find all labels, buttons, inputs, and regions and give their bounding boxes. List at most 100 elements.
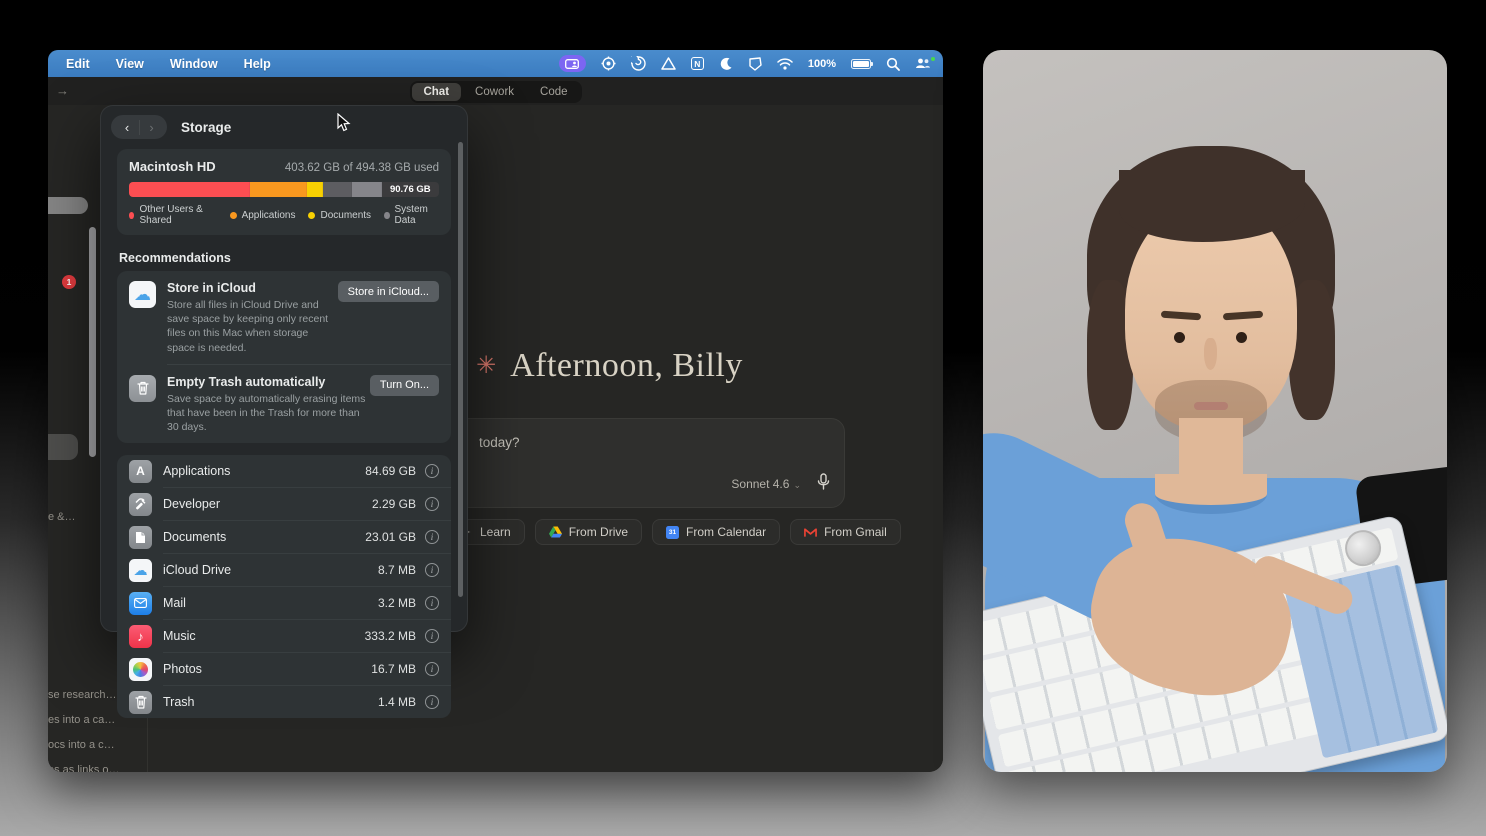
gear-icon[interactable] bbox=[601, 56, 616, 72]
category-row-documents[interactable]: Documents 23.01 GB i bbox=[117, 521, 451, 553]
webcam-video-feed bbox=[983, 50, 1447, 772]
menu-edit[interactable]: Edit bbox=[66, 57, 90, 71]
storage-bar-segment bbox=[323, 182, 352, 197]
macos-menu-bar: Edit View Window Help N bbox=[48, 50, 943, 77]
legend-dot bbox=[230, 212, 237, 219]
recommendation-title: Store in iCloud bbox=[167, 281, 338, 295]
category-row-mail[interactable]: Mail 3.2 MB i bbox=[117, 587, 451, 619]
category-row-photos[interactable]: Photos 16.7 MB i bbox=[117, 653, 451, 685]
menu-window[interactable]: Window bbox=[170, 57, 218, 71]
app-store-icon: A bbox=[129, 460, 152, 483]
chat-input-placeholder: today? bbox=[479, 435, 520, 450]
tab-code[interactable]: Code bbox=[528, 83, 580, 101]
menu-items: Edit View Window Help bbox=[66, 57, 271, 71]
moon-icon[interactable] bbox=[719, 56, 733, 72]
legend-dot bbox=[308, 212, 315, 219]
microphone-icon[interactable] bbox=[817, 473, 830, 495]
storage-bar-segment bbox=[129, 182, 250, 197]
recommendations-title: Recommendations bbox=[119, 251, 451, 265]
music-icon: ♪ bbox=[129, 625, 152, 648]
trash-icon bbox=[129, 375, 156, 402]
free-space-label: 90.76 GB bbox=[382, 182, 439, 197]
sidebar-scrollbar[interactable] bbox=[89, 227, 96, 457]
nav-buttons: ‹ › bbox=[111, 115, 167, 139]
category-row-trash[interactable]: Trash 1.4 MB i bbox=[117, 686, 451, 718]
categories-card: A Applications 84.69 GB i Developer 2.29… bbox=[117, 455, 451, 718]
legend-dot bbox=[384, 212, 389, 219]
mouse-cursor bbox=[337, 113, 352, 138]
info-icon[interactable]: i bbox=[425, 662, 439, 676]
store-in-icloud-button[interactable]: Store in iCloud... bbox=[338, 281, 439, 302]
document-icon bbox=[129, 526, 152, 549]
chat-history-item[interactable]: es as links o… bbox=[48, 758, 145, 772]
from-drive-button[interactable]: From Drive bbox=[535, 519, 642, 545]
photos-icon bbox=[129, 658, 152, 681]
storage-header: ‹ › Storage bbox=[101, 106, 467, 143]
battery-icon[interactable] bbox=[851, 59, 871, 69]
info-icon[interactable]: i bbox=[425, 563, 439, 577]
disk-usage-text: 403.62 GB of 494.38 GB used bbox=[285, 162, 439, 174]
forward-arrow-icon[interactable]: → bbox=[56, 83, 69, 98]
info-icon[interactable]: i bbox=[425, 629, 439, 643]
icloud-drive-icon: ☁ bbox=[129, 559, 152, 582]
empty-trash-row: Empty Trash automatically Save space by … bbox=[117, 365, 451, 444]
category-row-icloud-drive[interactable]: ☁ iCloud Drive 8.7 MB i bbox=[117, 554, 451, 586]
tab-chat[interactable]: Chat bbox=[411, 83, 461, 101]
category-row-applications[interactable]: A Applications 84.69 GB i bbox=[117, 455, 451, 487]
info-icon[interactable]: i bbox=[425, 530, 439, 544]
shared-screen-region: Edit View Window Help N bbox=[48, 50, 943, 772]
mail-icon bbox=[129, 592, 152, 615]
disk-name: Macintosh HD bbox=[129, 159, 216, 174]
tab-cowork[interactable]: Cowork bbox=[463, 83, 526, 101]
legend-dot bbox=[129, 212, 134, 219]
info-icon[interactable]: i bbox=[425, 596, 439, 610]
info-icon[interactable]: i bbox=[425, 497, 439, 511]
disk-usage-card: Macintosh HD 403.62 GB of 494.38 GB used… bbox=[117, 149, 451, 235]
chat-input-box[interactable]: today? Sonnet 4.6⌄ bbox=[440, 418, 845, 508]
model-selector[interactable]: Sonnet 4.6⌄ bbox=[731, 477, 801, 491]
menu-help[interactable]: Help bbox=[244, 57, 271, 71]
trash-icon bbox=[129, 691, 152, 714]
notion-icon[interactable]: N bbox=[691, 57, 704, 70]
from-gmail-button[interactable]: From Gmail bbox=[790, 519, 901, 545]
mode-tabs: Chat Cowork Code bbox=[409, 81, 581, 103]
chat-history-item[interactable]: ocs into a c… bbox=[48, 733, 145, 758]
category-row-developer[interactable]: Developer 2.29 GB i bbox=[117, 488, 451, 520]
chevron-down-icon: ⌄ bbox=[793, 480, 801, 490]
info-icon[interactable]: i bbox=[425, 695, 439, 709]
forward-button[interactable]: › bbox=[139, 120, 163, 135]
sidebar-item-pill[interactable] bbox=[48, 434, 78, 460]
input-controls: Sonnet 4.6⌄ bbox=[731, 473, 830, 495]
greeting: ✳ Afternoon, Billy bbox=[476, 347, 743, 385]
recommendation-title: Empty Trash automatically bbox=[167, 375, 370, 389]
hammer-icon bbox=[129, 493, 152, 516]
recommendations-card: ☁ Store in iCloud Store all files in iCl… bbox=[117, 271, 451, 443]
triangle-icon[interactable] bbox=[661, 56, 676, 72]
recommendation-desc: Save space by automatically erasing item… bbox=[167, 392, 367, 435]
turn-on-button[interactable]: Turn On... bbox=[370, 375, 439, 396]
notification-badge: 1 bbox=[62, 275, 76, 289]
category-row-music[interactable]: ♪ Music 333.2 MB i bbox=[117, 620, 451, 652]
gmail-icon bbox=[804, 526, 817, 539]
storage-bar-segment bbox=[307, 182, 323, 197]
wifi-icon[interactable] bbox=[777, 56, 793, 72]
info-icon[interactable]: i bbox=[425, 464, 439, 478]
spiral-icon[interactable] bbox=[631, 56, 646, 72]
claude-starburst-icon: ✳ bbox=[476, 354, 496, 378]
storage-title: Storage bbox=[181, 120, 231, 135]
fast-user-switching-icon[interactable] bbox=[915, 56, 931, 72]
sidebar-item-highlighted[interactable] bbox=[48, 197, 88, 214]
shield-icon[interactable] bbox=[748, 56, 762, 72]
back-button[interactable]: ‹ bbox=[115, 120, 139, 135]
storage-scrollbar[interactable] bbox=[458, 142, 463, 597]
screen-sharing-indicator[interactable] bbox=[559, 55, 586, 72]
claude-app-toolbar: → Chat Cowork Code bbox=[48, 77, 943, 105]
menu-bar-status-area: N 100% bbox=[559, 50, 931, 77]
menu-view[interactable]: View bbox=[116, 57, 144, 71]
storage-usage-bar: 90.76 GB bbox=[129, 182, 439, 197]
storage-settings-window: ‹ › Storage Macintosh HD 403.62 GB of 49… bbox=[100, 105, 468, 632]
from-calendar-button[interactable]: From Calendar bbox=[652, 519, 780, 545]
storage-bar-segment bbox=[352, 182, 381, 197]
icloud-icon: ☁ bbox=[129, 281, 156, 308]
spotlight-icon[interactable] bbox=[886, 56, 900, 72]
